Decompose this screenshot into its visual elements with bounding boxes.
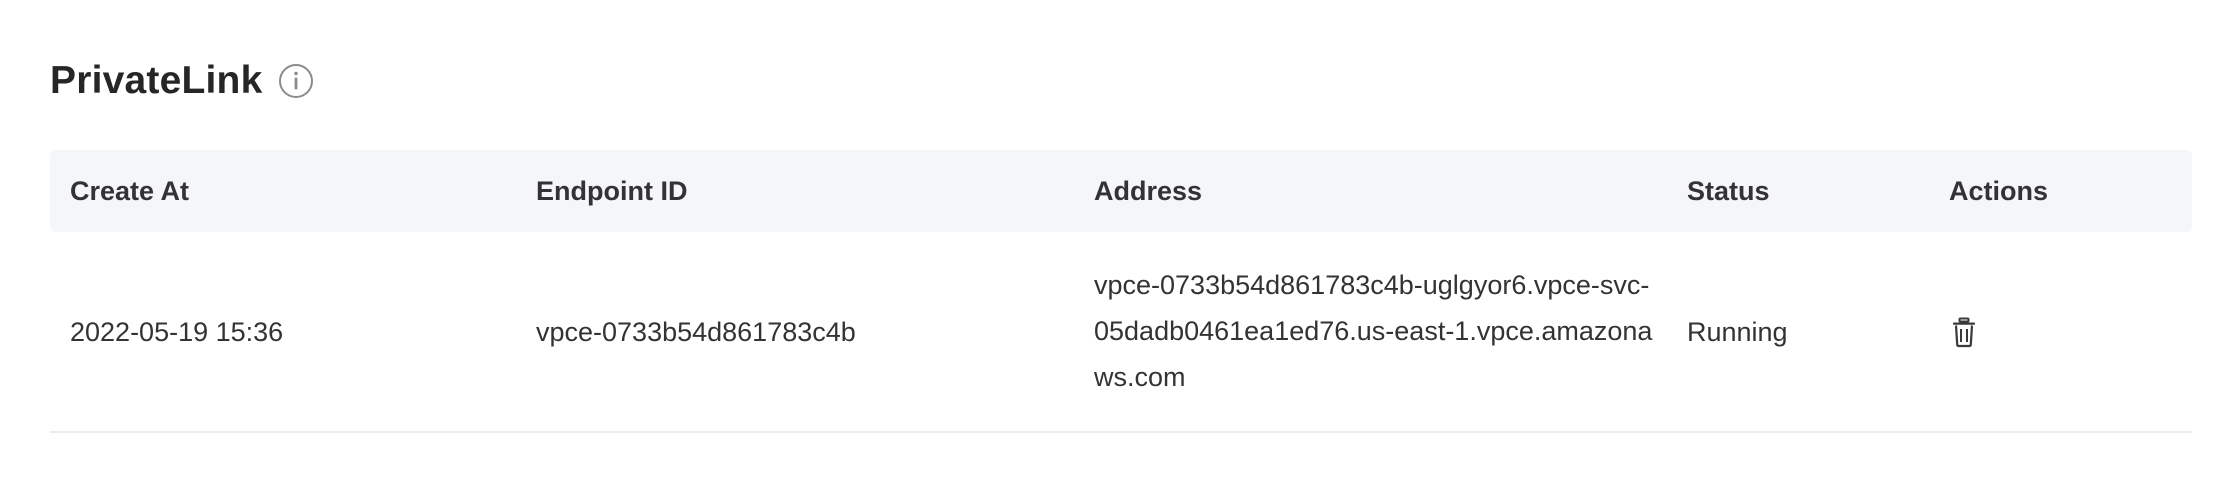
section-header: PrivateLink bbox=[50, 54, 314, 108]
column-header-status: Status bbox=[1687, 176, 1770, 206]
cell-address: vpce-0733b54d861783c4b-uglgyor6.vpce-svc… bbox=[1094, 270, 1653, 392]
column-header-address: Address bbox=[1094, 176, 1203, 206]
table-header: Create At Endpoint ID Address Status Act… bbox=[50, 150, 2192, 232]
cell-create-at: 2022-05-19 15:36 bbox=[70, 316, 284, 347]
column-header-actions: Actions bbox=[1949, 176, 2049, 206]
section-title: PrivateLink bbox=[50, 59, 263, 102]
column-header-endpoint-id: Endpoint ID bbox=[536, 176, 688, 206]
info-circle-icon[interactable] bbox=[278, 63, 314, 99]
table-row: 2022-05-19 15:36 vpce-0733b54d861783c4b … bbox=[50, 232, 2192, 433]
cell-status: Running bbox=[1687, 316, 1788, 347]
column-header-create-at: Create At bbox=[70, 176, 190, 206]
trash-icon[interactable] bbox=[1949, 316, 1979, 348]
cell-endpoint-id: vpce-0733b54d861783c4b bbox=[536, 316, 856, 347]
privatelink-table: Create At Endpoint ID Address Status Act… bbox=[50, 150, 2192, 433]
cell-actions bbox=[1949, 232, 1979, 431]
